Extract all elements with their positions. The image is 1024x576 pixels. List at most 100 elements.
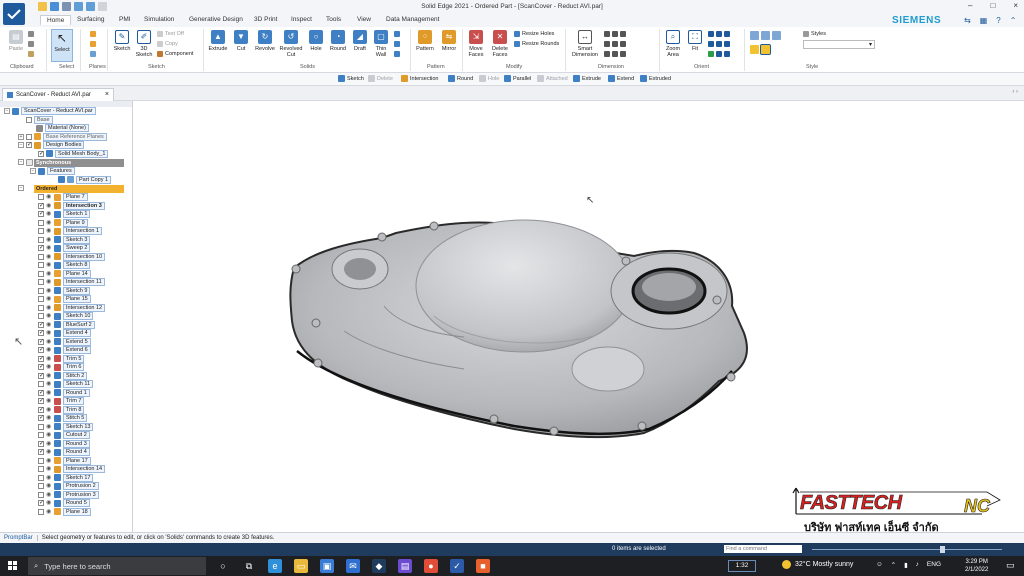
feature-checkbox[interactable] (38, 389, 44, 396)
extrude-button[interactable]: ▲ Extrude (207, 30, 229, 52)
tree-feature-item[interactable]: ◉ Round 1 (38, 388, 90, 398)
tree-feature-item[interactable]: ◉ Protrusion 2 (38, 482, 99, 491)
chrome-icon[interactable]: ● (424, 559, 438, 573)
base-planes-checkbox[interactable] (26, 133, 32, 140)
edge-browser-icon[interactable]: e (268, 559, 282, 573)
tab-3d-print[interactable]: 3D Print (248, 15, 283, 24)
zoom-slider-track[interactable] (812, 549, 1002, 550)
view-tools-1-icon[interactable] (708, 31, 730, 37)
base-checkbox[interactable] (26, 116, 32, 123)
visibility-eye-icon[interactable]: ◉ (46, 296, 52, 302)
windows-start-icon[interactable] (8, 561, 18, 571)
tab-pmi[interactable]: PMI (113, 15, 137, 24)
help-icon[interactable]: ? (996, 16, 1000, 25)
style-dropdown[interactable]: ▾ (803, 40, 875, 49)
tree-feature-item[interactable]: ◉ Plane 17 (38, 456, 91, 466)
feature-checkbox[interactable] (38, 508, 44, 515)
cut-icon[interactable] (28, 31, 34, 37)
revolved-cut-button[interactable]: ↺ Revolved Cut (278, 30, 304, 58)
tree-feature-item[interactable]: ◉ Trim 6 (38, 363, 85, 372)
tree-solid-mesh-body[interactable]: Solid Mesh Body_1 (38, 149, 109, 159)
tree-feature-item[interactable]: ◉ Sketch 13 (38, 422, 94, 432)
visibility-eye-icon[interactable]: ◉ (46, 449, 52, 455)
copy-icon[interactable] (28, 41, 34, 47)
tray-chevron-icon[interactable]: ⌃ (891, 561, 896, 569)
visibility-eye-icon[interactable]: ◉ (46, 305, 52, 311)
cmd-sketch[interactable]: Sketch (338, 75, 364, 82)
feature-checkbox[interactable] (38, 457, 44, 464)
document-tab[interactable]: ScanCover - Reduct AVI.par × (2, 88, 114, 101)
3d-sketch-button[interactable]: ✐ 3D Sketch (133, 30, 155, 58)
view-style-1-icon[interactable] (750, 31, 781, 40)
feature-checkbox[interactable] (38, 432, 44, 439)
tree-features[interactable]: − Features (30, 167, 75, 176)
visibility-eye-icon[interactable]: ◉ (46, 330, 52, 336)
text-off-button[interactable]: Text Off (157, 31, 184, 37)
feature-checkbox[interactable] (38, 423, 44, 430)
tree-base[interactable]: Base (26, 115, 53, 125)
feature-checkbox[interactable] (38, 202, 44, 209)
app-icon-purple[interactable]: ▤ (398, 559, 412, 573)
solid-body-checkbox[interactable] (38, 150, 44, 157)
visibility-eye-icon[interactable]: ◉ (46, 424, 52, 430)
component-button[interactable]: Component (157, 51, 193, 57)
tab-scroll-arrows[interactable]: ‹ › (1012, 89, 1018, 95)
resize-rounds-button[interactable]: Resize Rounds (514, 41, 559, 47)
taskbar-search-input[interactable]: ⌕ Type here to search (28, 557, 206, 575)
solids-more-1-icon[interactable] (394, 31, 400, 37)
tree-feature-item[interactable]: ◉ Protrusion 3 (38, 490, 99, 500)
feature-checkbox[interactable] (38, 313, 44, 320)
select-button[interactable]: ↖ Select (51, 29, 73, 62)
visibility-eye-icon[interactable]: ◉ (46, 211, 52, 217)
feature-checkbox[interactable] (38, 346, 44, 354)
feature-checkbox[interactable] (38, 236, 44, 243)
visibility-eye-icon[interactable]: ◉ (46, 279, 52, 285)
tree-feature-item[interactable]: ◉ Trim 5 (38, 354, 85, 364)
feature-checkbox[interactable] (38, 397, 44, 405)
graphics-viewport[interactable]: ↖ ↖ (14, 101, 1024, 532)
visibility-eye-icon[interactable]: ◉ (46, 254, 52, 260)
solid-edge-launcher-icon[interactable]: ◆ (372, 559, 386, 573)
visibility-eye-icon[interactable]: ◉ (46, 322, 52, 328)
view-style-2-icon[interactable] (750, 44, 771, 55)
minimize-ribbon-icon[interactable]: ⌃ (1010, 16, 1017, 25)
notifications-icon[interactable]: ▭ (1006, 560, 1015, 571)
task-view-icon[interactable]: ⧉ (242, 559, 256, 573)
maximize-button[interactable]: □ (990, 1, 995, 10)
cmd-extruded[interactable]: Extruded (640, 75, 671, 82)
feature-checkbox[interactable] (38, 338, 44, 345)
zoom-slider-handle[interactable] (940, 546, 945, 553)
store-icon[interactable]: ▣ (320, 559, 334, 573)
visibility-eye-icon[interactable]: ◉ (46, 381, 52, 387)
cmd-hole[interactable]: Hole (479, 75, 499, 82)
tree-ordered-toggle[interactable]: − (18, 184, 26, 193)
feature-checkbox[interactable] (38, 381, 44, 388)
tree-design-bodies[interactable]: − Design Bodies (18, 141, 85, 150)
cmd-intersection[interactable]: Intersection (401, 75, 438, 82)
collapse-icon[interactable]: − (18, 142, 24, 149)
visibility-eye-icon[interactable]: ◉ (46, 475, 52, 481)
tree-feature-item[interactable]: ◉ Sketch 11 (38, 380, 94, 389)
visibility-eye-icon[interactable]: ◉ (46, 483, 52, 489)
plane-options-icon[interactable] (90, 41, 96, 47)
solids-more-3-icon[interactable] (394, 51, 400, 57)
tree-feature-item[interactable]: ◉ Sketch 10 (38, 312, 94, 321)
cut-button[interactable]: ▼ Cut (231, 30, 251, 52)
tree-feature-item[interactable]: ◉ Intersection 3 (38, 201, 105, 211)
layout-icon[interactable]: ▦ (980, 16, 988, 25)
tab-surfacing[interactable]: Surfacing (71, 15, 110, 24)
visibility-eye-icon[interactable]: ◉ (46, 390, 52, 396)
tree-feature-item[interactable]: ◉ Trim 7 (38, 397, 85, 406)
feature-checkbox[interactable] (38, 244, 44, 252)
tree-feature-item[interactable]: ◉ Sketch 8 (38, 261, 91, 270)
visibility-eye-icon[interactable]: ◉ (46, 203, 52, 209)
visibility-eye-icon[interactable]: ◉ (46, 466, 52, 472)
tree-feature-item[interactable]: ◉ Extend 6 (38, 346, 91, 355)
draft-button[interactable]: ◢ Draft (350, 30, 370, 52)
tree-feature-item[interactable]: ◉ Stitch 2 (38, 371, 88, 381)
view-triad-icon[interactable]: ↖ (14, 335, 23, 348)
tree-feature-item[interactable]: ◉ Plane 15 (38, 295, 91, 304)
language-indicator[interactable]: ENG (927, 561, 941, 569)
tree-feature-item[interactable]: ◉ Sketch 9 (38, 286, 91, 296)
file-explorer-icon[interactable]: ▭ (294, 559, 308, 573)
